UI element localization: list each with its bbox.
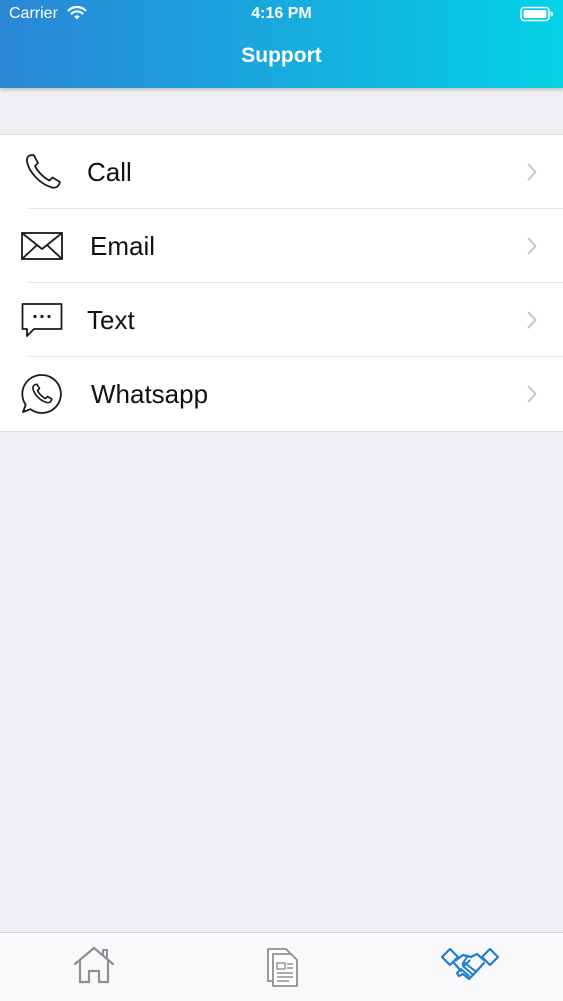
- list-item-label: Call: [87, 157, 132, 187]
- chevron-right-icon: [527, 163, 537, 181]
- list-item-email[interactable]: Email: [0, 209, 563, 283]
- tab-support[interactable]: [376, 933, 563, 1001]
- documents-icon: [266, 948, 298, 987]
- tab-home[interactable]: [0, 933, 187, 1001]
- navigation-header: Carrier 4:16 PM Support: [0, 0, 563, 88]
- message-bubble-icon: [21, 303, 63, 337]
- battery-icon: [520, 6, 553, 22]
- list-item-label: Email: [90, 231, 156, 261]
- status-bar: Carrier 4:16 PM: [0, 0, 563, 30]
- list-item-whatsapp[interactable]: Whatsapp: [0, 357, 563, 431]
- list-item-text[interactable]: Text: [0, 283, 563, 357]
- chevron-right-icon: [527, 237, 537, 255]
- home-icon: [73, 946, 114, 984]
- handshake-icon: [440, 947, 499, 981]
- list-item-label: Whatsapp: [91, 379, 209, 409]
- page-title: Support: [241, 44, 322, 67]
- support-options-list: Call Email Text Whatsapp: [0, 134, 563, 432]
- status-time: 4:16 PM: [251, 5, 312, 22]
- tab-bar: [0, 932, 563, 1001]
- list-item-label: Text: [87, 305, 135, 335]
- envelope-icon: [21, 232, 63, 260]
- chevron-right-icon: [527, 385, 537, 403]
- phone-icon: [26, 154, 61, 189]
- whatsapp-icon: [21, 374, 62, 414]
- list-item-call[interactable]: Call: [0, 135, 563, 209]
- chevron-right-icon: [527, 311, 537, 329]
- tab-documents[interactable]: [188, 933, 375, 1001]
